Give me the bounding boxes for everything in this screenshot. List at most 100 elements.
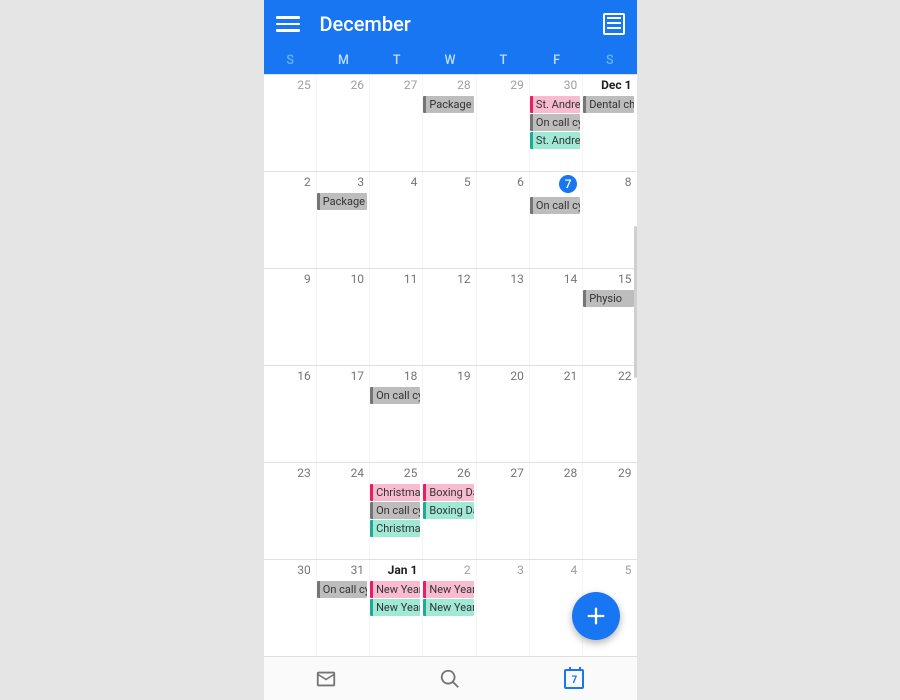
day-cell[interactable]: 29	[477, 75, 530, 171]
week-row: 9101112131415Physio	[264, 269, 637, 366]
event-chip[interactable]: St. Andrew	[530, 132, 580, 149]
date-number: 17	[317, 368, 369, 386]
day-cell[interactable]: 28	[530, 463, 583, 559]
weekday-label: S	[264, 48, 317, 74]
day-cell[interactable]: 14	[530, 269, 583, 365]
day-cell[interactable]: 24	[317, 463, 370, 559]
day-cell[interactable]: 7On call cy	[530, 172, 583, 268]
mail-tab[interactable]	[264, 657, 388, 700]
event-chip[interactable]: On call cy	[530, 197, 580, 214]
day-cell[interactable]: 30St. AndrewOn call cySt. Andrew	[530, 75, 583, 171]
weekday-label: F	[530, 48, 583, 74]
day-cell[interactable]: 25	[264, 75, 317, 171]
day-cell[interactable]: Jan 1New YearNew Year	[370, 560, 423, 656]
date-number: 9	[264, 271, 316, 289]
day-cell[interactable]: 25ChristmasOn call cyChristmas	[370, 463, 423, 559]
day-cell[interactable]: 3Package f	[317, 172, 370, 268]
day-cell[interactable]: 23	[264, 463, 317, 559]
date-number: 30	[530, 77, 582, 95]
event-chip[interactable]: On call cy	[317, 581, 367, 598]
date-number: 3	[317, 174, 369, 192]
date-number: 2	[264, 174, 316, 192]
day-cell[interactable]: Dec 1Dental che	[583, 75, 636, 171]
day-cell[interactable]: 2	[264, 172, 317, 268]
event-chip[interactable]: On call cy	[530, 114, 580, 131]
date-number: 16	[264, 368, 316, 386]
date-number: 4	[370, 174, 422, 192]
day-cell[interactable]: 31On call cy	[317, 560, 370, 656]
search-icon	[439, 668, 461, 690]
day-cell[interactable]: 3	[477, 560, 530, 656]
date-number: 28	[423, 77, 475, 95]
weekday-label: S	[583, 48, 636, 74]
add-event-fab[interactable]	[572, 592, 620, 640]
date-number: 27	[370, 77, 422, 95]
day-cell[interactable]: 6	[477, 172, 530, 268]
date-number: 4	[530, 562, 582, 580]
week-row: 25262728Package f2930St. AndrewOn call c…	[264, 75, 637, 172]
day-cell[interactable]: 8	[583, 172, 636, 268]
event-chip[interactable]: On call cy	[370, 387, 420, 404]
bottom-nav: 7	[264, 656, 637, 700]
event-chip[interactable]: Dental che	[583, 96, 634, 113]
event-chip[interactable]: Package f	[423, 96, 473, 113]
event-chip[interactable]: Christmas	[370, 484, 420, 501]
day-cell[interactable]: 15Physio	[583, 269, 636, 365]
event-chip[interactable]: New Year	[370, 599, 420, 616]
day-cell[interactable]: 18On call cy	[370, 366, 423, 462]
date-number: 2	[423, 562, 475, 580]
menu-icon[interactable]	[276, 12, 300, 36]
date-number: 25	[370, 465, 422, 483]
search-tab[interactable]	[388, 657, 512, 700]
month-grid[interactable]: 25262728Package f2930St. AndrewOn call c…	[264, 74, 637, 656]
date-number: 23	[264, 465, 316, 483]
day-cell[interactable]: 10	[317, 269, 370, 365]
day-cell[interactable]: 11	[370, 269, 423, 365]
event-chip[interactable]: St. Andrew	[530, 96, 580, 113]
event-chip[interactable]: New Year	[423, 581, 473, 598]
day-cell[interactable]: 12	[423, 269, 476, 365]
week-row: 161718On call cy19202122	[264, 366, 637, 463]
weekday-label: T	[370, 48, 423, 74]
event-chip[interactable]: Physio	[583, 290, 634, 307]
calendar-tab[interactable]: 7	[512, 657, 636, 700]
weekday-label: W	[423, 48, 476, 74]
day-cell[interactable]: 21	[530, 366, 583, 462]
event-chip[interactable]: Package f	[317, 193, 367, 210]
calendar-app: December SMTWTFS 25262728Package f2930St…	[264, 0, 637, 700]
day-cell[interactable]: 26	[317, 75, 370, 171]
day-cell[interactable]: 17	[317, 366, 370, 462]
day-cell[interactable]: 30	[264, 560, 317, 656]
date-number: 6	[477, 174, 529, 192]
weekday-label: T	[477, 48, 530, 74]
date-number: 27	[477, 465, 529, 483]
event-chip[interactable]: Christmas	[370, 520, 420, 537]
event-chip[interactable]: Boxing Da	[423, 502, 473, 519]
day-cell[interactable]: 5	[423, 172, 476, 268]
day-cell[interactable]: 28Package f	[423, 75, 476, 171]
date-number: 30	[264, 562, 316, 580]
day-cell[interactable]: 16	[264, 366, 317, 462]
date-number: 12	[423, 271, 475, 289]
day-cell[interactable]: 22	[583, 366, 636, 462]
day-cell[interactable]: 19	[423, 366, 476, 462]
event-chip[interactable]: New Year	[370, 581, 420, 598]
scrollbar[interactable]	[634, 226, 637, 378]
date-number: 7	[530, 174, 582, 196]
day-cell[interactable]: 4	[370, 172, 423, 268]
week-row: 232425ChristmasOn call cyChristmas26Boxi…	[264, 463, 637, 560]
date-number: 20	[477, 368, 529, 386]
day-cell[interactable]: 2New YearNew Year	[423, 560, 476, 656]
day-cell[interactable]: 26Boxing DaBoxing Da	[423, 463, 476, 559]
event-chip[interactable]: New Year	[423, 599, 473, 616]
day-cell[interactable]: 20	[477, 366, 530, 462]
view-mode-icon[interactable]	[603, 13, 625, 35]
day-cell[interactable]: 9	[264, 269, 317, 365]
day-cell[interactable]: 13	[477, 269, 530, 365]
day-cell[interactable]: 27	[477, 463, 530, 559]
day-cell[interactable]: 27	[370, 75, 423, 171]
event-chip[interactable]: On call cy	[370, 502, 420, 519]
event-chip[interactable]: Boxing Da	[423, 484, 473, 501]
day-cell[interactable]: 29	[583, 463, 636, 559]
date-number: 18	[370, 368, 422, 386]
